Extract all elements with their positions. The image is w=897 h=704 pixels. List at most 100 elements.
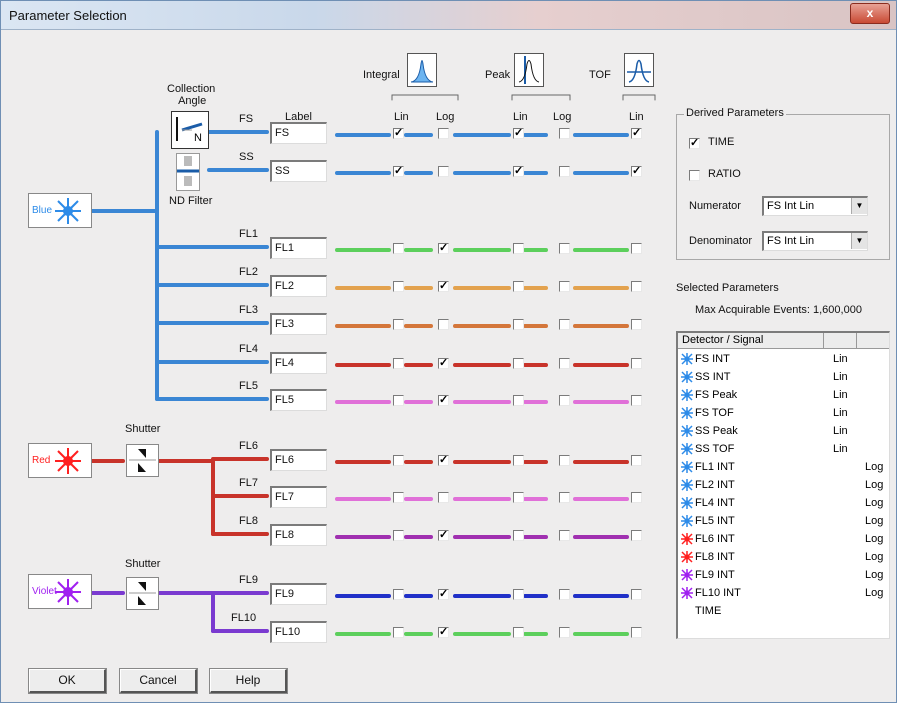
checkbox-fl4-0[interactable] <box>393 358 404 369</box>
list-item[interactable]: FL8 INT Log <box>678 549 889 567</box>
checkbox-fl2-2[interactable] <box>513 281 524 292</box>
checkbox-fl10-3[interactable] <box>559 627 570 638</box>
checkbox-fl4-2[interactable] <box>513 358 524 369</box>
cancel-button[interactable]: Cancel <box>119 668 198 694</box>
checkbox-fl6-3[interactable] <box>559 455 570 466</box>
checkbox-fl7-4[interactable] <box>631 492 642 503</box>
numerator-select[interactable]: FS Int Lin ▼ <box>762 196 868 216</box>
checkbox-fl8-0[interactable] <box>393 530 404 541</box>
checkbox-fl1-2[interactable] <box>513 243 524 254</box>
list-column-header-2[interactable] <box>824 333 857 349</box>
checkbox-fl8-4[interactable] <box>631 530 642 541</box>
checkbox-fl1-3[interactable] <box>559 243 570 254</box>
checkbox-fl10-2[interactable] <box>513 627 524 638</box>
checkbox-fl3-0[interactable] <box>393 319 404 330</box>
label-field-fl6[interactable]: FL6 <box>270 449 327 471</box>
ratio-checkbox[interactable] <box>689 170 700 181</box>
list-column-header-3[interactable] <box>857 333 889 349</box>
label-field-fl1[interactable]: FL1 <box>270 237 327 259</box>
violet-shutter-toggle[interactable] <box>126 577 159 610</box>
list-item[interactable]: FL10 INT Log <box>678 585 889 603</box>
chevron-down-icon[interactable]: ▼ <box>851 198 867 214</box>
checkbox-fs-0[interactable]: ✓ <box>393 128 404 139</box>
list-item[interactable]: FL1 INT Log <box>678 459 889 477</box>
checkbox-fl3-3[interactable] <box>559 319 570 330</box>
label-field-ss[interactable]: SS <box>270 160 327 182</box>
ok-button[interactable]: OK <box>28 668 107 694</box>
label-field-fl4[interactable]: FL4 <box>270 352 327 374</box>
chevron-down-icon[interactable]: ▼ <box>851 233 867 249</box>
label-field-fl3[interactable]: FL3 <box>270 313 327 335</box>
checkbox-fl5-1[interactable]: ✓ <box>438 395 449 406</box>
label-field-fl7[interactable]: FL7 <box>270 486 327 508</box>
checkbox-fl9-4[interactable] <box>631 589 642 600</box>
checkbox-fl5-2[interactable] <box>513 395 524 406</box>
violet-laser-box[interactable]: Violet <box>28 574 92 609</box>
detector-signal-column-header[interactable]: Detector / Signal <box>678 333 824 349</box>
checkbox-fl7-1[interactable] <box>438 492 449 503</box>
list-item[interactable]: FS INT Lin <box>678 351 889 369</box>
label-field-fl8[interactable]: FL8 <box>270 524 327 546</box>
checkbox-fl5-3[interactable] <box>559 395 570 406</box>
label-field-fl9[interactable]: FL9 <box>270 583 327 605</box>
checkbox-fl2-0[interactable] <box>393 281 404 292</box>
denominator-select[interactable]: FS Int Lin ▼ <box>762 231 868 251</box>
checkbox-fs-2[interactable]: ✓ <box>513 128 524 139</box>
checkbox-fl2-3[interactable] <box>559 281 570 292</box>
checkbox-ss-1[interactable] <box>438 166 449 177</box>
list-item[interactable]: FL2 INT Log <box>678 477 889 495</box>
checkbox-ss-0[interactable]: ✓ <box>393 166 404 177</box>
checkbox-fl6-2[interactable] <box>513 455 524 466</box>
checkbox-fl9-2[interactable] <box>513 589 524 600</box>
checkbox-fl6-1[interactable]: ✓ <box>438 455 449 466</box>
checkbox-fl3-2[interactable] <box>513 319 524 330</box>
label-field-fl2[interactable]: FL2 <box>270 275 327 297</box>
checkbox-fl1-4[interactable] <box>631 243 642 254</box>
checkbox-fl3-4[interactable] <box>631 319 642 330</box>
checkbox-ss-3[interactable] <box>559 166 570 177</box>
checkbox-fl4-4[interactable] <box>631 358 642 369</box>
checkbox-fl7-0[interactable] <box>393 492 404 503</box>
checkbox-fl1-1[interactable]: ✓ <box>438 243 449 254</box>
list-item[interactable]: SS TOF Lin <box>678 441 889 459</box>
checkbox-fl4-1[interactable]: ✓ <box>438 358 449 369</box>
help-button[interactable]: Help <box>209 668 288 694</box>
checkbox-ss-4[interactable]: ✓ <box>631 166 642 177</box>
checkbox-fl10-0[interactable] <box>393 627 404 638</box>
label-field-fl5[interactable]: FL5 <box>270 389 327 411</box>
list-item[interactable]: FL5 INT Log <box>678 513 889 531</box>
checkbox-fl9-1[interactable]: ✓ <box>438 589 449 600</box>
checkbox-fl8-3[interactable] <box>559 530 570 541</box>
time-checkbox[interactable]: ✓ <box>689 138 700 149</box>
checkbox-fl7-2[interactable] <box>513 492 524 503</box>
label-field-fs[interactable]: FS <box>270 122 327 144</box>
checkbox-fl8-1[interactable]: ✓ <box>438 530 449 541</box>
checkbox-fs-4[interactable]: ✓ <box>631 128 642 139</box>
checkbox-fl7-3[interactable] <box>559 492 570 503</box>
checkbox-fl5-4[interactable] <box>631 395 642 406</box>
checkbox-fl10-4[interactable] <box>631 627 642 638</box>
checkbox-fl3-1[interactable] <box>438 319 449 330</box>
collection-angle-icon[interactable]: N <box>171 111 209 149</box>
checkbox-fl10-1[interactable]: ✓ <box>438 627 449 638</box>
checkbox-fl2-1[interactable]: ✓ <box>438 281 449 292</box>
nd-filter-icon[interactable] <box>176 153 200 191</box>
red-shutter-toggle[interactable] <box>126 444 159 477</box>
list-item[interactable]: FS Peak Lin <box>678 387 889 405</box>
selected-parameters-list[interactable]: Detector / Signal FS INT Lin SS INT Lin FS P… <box>676 331 890 639</box>
checkbox-fl9-3[interactable] <box>559 589 570 600</box>
label-field-fl10[interactable]: FL10 <box>270 621 327 643</box>
checkbox-ss-2[interactable]: ✓ <box>513 166 524 177</box>
list-item[interactable]: SS INT Lin <box>678 369 889 387</box>
checkbox-fl4-3[interactable] <box>559 358 570 369</box>
blue-laser-box[interactable]: Blue <box>28 193 92 228</box>
list-item[interactable]: FS TOF Lin <box>678 405 889 423</box>
checkbox-fl6-4[interactable] <box>631 455 642 466</box>
list-item[interactable]: FL6 INT Log <box>678 531 889 549</box>
checkbox-fl8-2[interactable] <box>513 530 524 541</box>
checkbox-fl5-0[interactable] <box>393 395 404 406</box>
checkbox-fl1-0[interactable] <box>393 243 404 254</box>
checkbox-fl6-0[interactable] <box>393 455 404 466</box>
list-item[interactable]: TIME <box>678 603 889 621</box>
list-item[interactable]: SS Peak Lin <box>678 423 889 441</box>
